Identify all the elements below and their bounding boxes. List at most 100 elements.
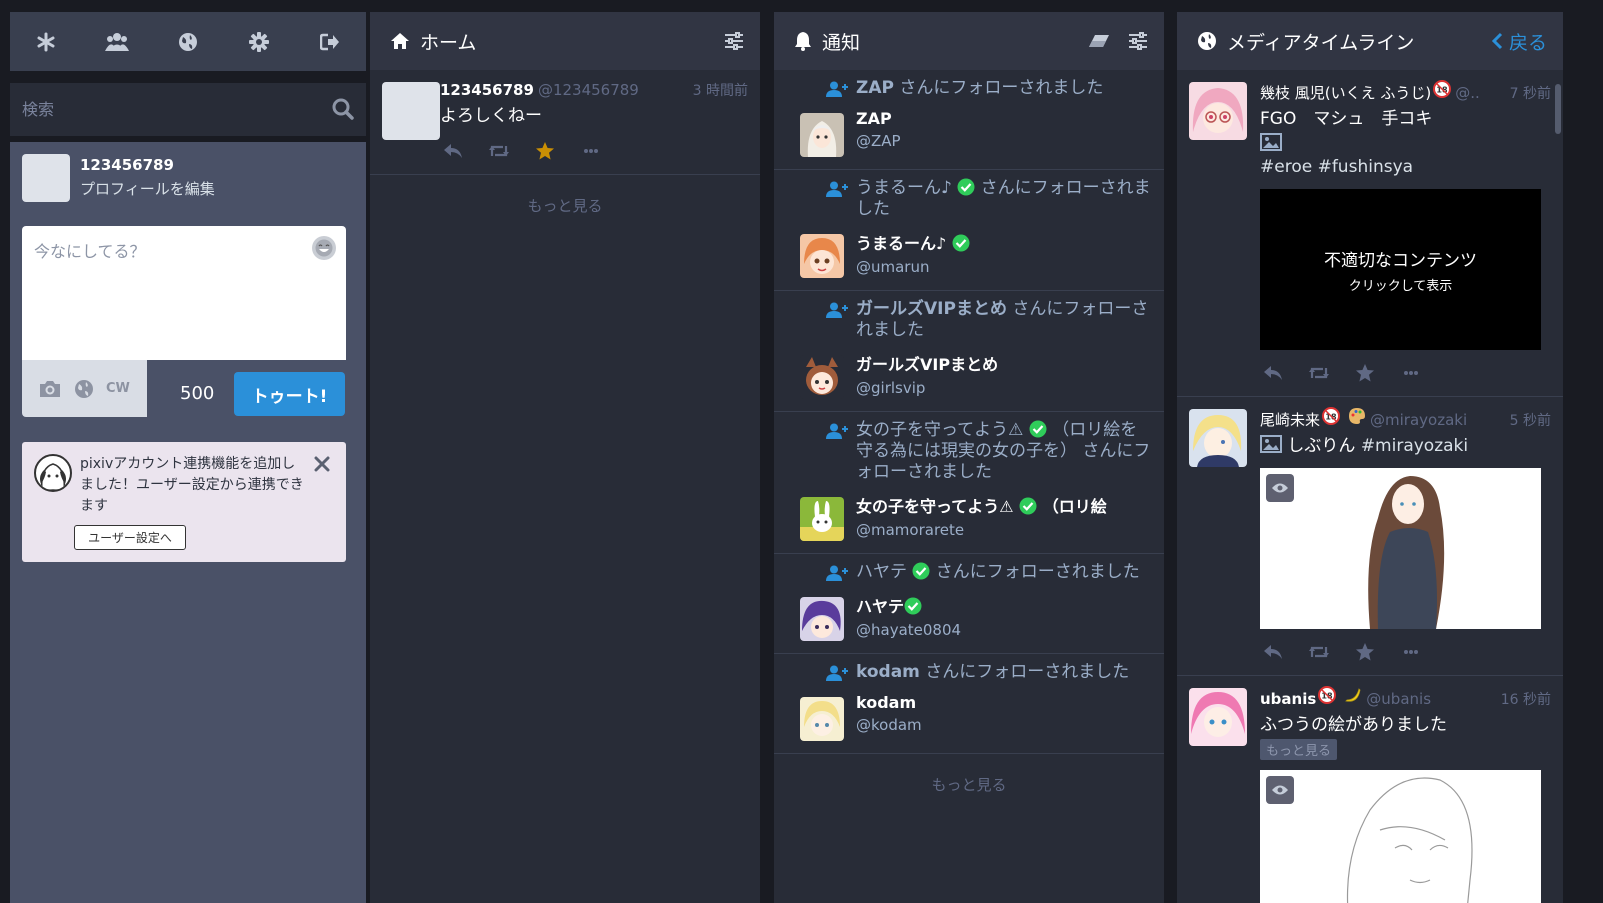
account-handle[interactable]: @123456789	[538, 81, 639, 99]
account-handle[interactable]: @..	[1455, 84, 1480, 102]
account-handle[interactable]: @hayate0804	[856, 621, 1154, 639]
boost-icon[interactable]	[488, 140, 510, 162]
display-name[interactable]: うまるーん♪	[856, 230, 1154, 254]
display-name[interactable]: 123456789	[440, 81, 534, 99]
account-handle[interactable]: @ZAP	[856, 132, 1154, 150]
notification-follow[interactable]: 女の子を守ってよう⚠ （ロリ絵を守る為には現実の女の子を） さんにフォローされま…	[774, 412, 1164, 554]
home-column-header[interactable]: ホーム	[370, 12, 760, 70]
follower-name[interactable]: ハヤテ	[856, 562, 907, 582]
display-name[interactable]: kodam	[856, 693, 1154, 712]
display-name[interactable]: ubanis	[1260, 690, 1316, 708]
follower-account[interactable]: 女の子を守ってよう⚠ （ロリ絵 @mamorarete	[800, 493, 1154, 541]
avatar[interactable]	[1189, 82, 1247, 140]
favourite-star-icon[interactable]	[534, 140, 556, 162]
status[interactable]: 幾枝 風児(いくえ ふうじ) 18 @.. 7 秒前 FGO マシュ 手コキ #…	[1177, 70, 1563, 397]
status[interactable]: 123456789 @123456789 3 時間前 よろしくねー	[370, 70, 760, 175]
show-more-button[interactable]: もっと見る	[1260, 739, 1338, 760]
scrollbar[interactable]	[1555, 84, 1561, 134]
avatar[interactable]	[800, 697, 844, 741]
avatar[interactable]	[800, 597, 844, 641]
display-name[interactable]: 幾枝 風児(いくえ ふうじ)	[1260, 82, 1431, 103]
getting-started-icon[interactable]	[26, 22, 66, 62]
avatar[interactable]	[800, 497, 844, 541]
eraser-icon[interactable]	[1088, 34, 1110, 48]
hashtag-link[interactable]: #mirayozaki	[1361, 436, 1468, 456]
follower-name[interactable]: うまるーん♪	[856, 178, 952, 198]
avatar[interactable]	[1189, 409, 1247, 467]
notification-follow[interactable]: kodam さんにフォローされました kodam @kodam	[774, 654, 1164, 754]
follower-name[interactable]: kodam	[856, 662, 920, 682]
reply-icon[interactable]	[442, 140, 464, 162]
display-name[interactable]: 女の子を守ってよう⚠ （ロリ絵	[856, 493, 1154, 517]
more-options-icon[interactable]	[1400, 362, 1422, 384]
privacy-globe-icon[interactable]	[74, 379, 94, 399]
status[interactable]: 尾崎未来 18 @mirayozaki 5 秒前 しぶりん #mirayozak…	[1177, 397, 1563, 676]
globe-icon[interactable]	[168, 22, 208, 62]
logout-icon[interactable]	[310, 22, 350, 62]
local-timeline-icon[interactable]	[97, 22, 137, 62]
column-settings-icon[interactable]	[724, 32, 744, 50]
back-button[interactable]: 戻る	[1491, 28, 1547, 55]
follower-name[interactable]: 女の子を守ってよう⚠	[856, 420, 1023, 440]
follower-account[interactable]: ZAP @ZAP	[800, 109, 1154, 157]
display-name[interactable]: ガールズVIPまとめ	[856, 351, 1154, 375]
display-name[interactable]: 尾崎未来	[1260, 409, 1320, 430]
reply-icon[interactable]	[1262, 362, 1284, 384]
search-input[interactable]	[22, 92, 312, 126]
notification-follow[interactable]: ハヤテ さんにフォローされました ハヤテ @hayate0804	[774, 554, 1164, 654]
avatar[interactable]	[800, 113, 844, 157]
account-handle[interactable]: @mamorarete	[856, 521, 1154, 539]
camera-icon[interactable]	[38, 379, 62, 399]
column-settings-icon[interactable]	[1128, 32, 1148, 50]
timestamp[interactable]: 5 秒前	[1502, 410, 1551, 430]
account-handle[interactable]: @umarun	[856, 258, 1154, 276]
content-warning-button[interactable]: CW	[106, 381, 130, 396]
follower-name[interactable]: ガールズVIPまとめ	[856, 299, 1007, 319]
timestamp[interactable]: 3 時間前	[685, 80, 748, 100]
avatar[interactable]	[1189, 688, 1247, 746]
avatar[interactable]	[800, 355, 844, 399]
emoji-icon[interactable]	[312, 236, 336, 260]
account-handle[interactable]: @mirayozaki	[1370, 411, 1467, 429]
avatar[interactable]	[22, 154, 70, 202]
eye-icon[interactable]	[1266, 776, 1294, 804]
more-options-icon[interactable]	[580, 140, 602, 162]
search-icon[interactable]	[332, 98, 354, 120]
notifications-column-header[interactable]: 通知	[774, 12, 1164, 70]
follower-account[interactable]: ハヤテ @hayate0804	[800, 593, 1154, 641]
follower-name[interactable]: ZAP	[856, 78, 894, 98]
reply-icon[interactable]	[1262, 641, 1284, 663]
close-icon[interactable]	[314, 456, 330, 472]
load-more-button[interactable]: もっと見る	[774, 754, 1164, 815]
timestamp[interactable]: 7 秒前	[1502, 83, 1551, 103]
avatar[interactable]	[800, 234, 844, 278]
more-options-icon[interactable]	[1400, 641, 1422, 663]
follower-account[interactable]: kodam @kodam	[800, 693, 1154, 741]
notification-follow[interactable]: ガールズVIPまとめ さんにフォローされました ガールズVIPまとめ @girl…	[774, 291, 1164, 412]
load-more-button[interactable]: もっと見る	[370, 175, 760, 236]
toot-button[interactable]: トゥート!	[234, 372, 345, 416]
favourite-star-icon[interactable]	[1354, 641, 1376, 663]
account-handle[interactable]: @girlsvip	[856, 379, 1154, 397]
follower-account[interactable]: ガールズVIPまとめ @girlsvip	[800, 351, 1154, 399]
display-name[interactable]: ハヤテ	[856, 593, 1154, 617]
boost-icon[interactable]	[1308, 641, 1330, 663]
notification-follow[interactable]: うまるーん♪ さんにフォローされました うまるーん♪ @umarun	[774, 170, 1164, 291]
status[interactable]: ubanis 18 @ubanis 16 秒前 ふつうの絵がありました もっと見…	[1177, 676, 1563, 903]
follower-account[interactable]: うまるーん♪ @umarun	[800, 230, 1154, 278]
favourite-star-icon[interactable]	[1354, 362, 1376, 384]
timestamp[interactable]: 16 秒前	[1493, 689, 1551, 709]
display-name[interactable]: ZAP	[856, 109, 1154, 128]
media-image[interactable]	[1260, 770, 1541, 903]
account-handle[interactable]: @kodam	[856, 716, 1154, 734]
user-settings-button[interactable]: ユーザー設定へ	[74, 525, 186, 550]
compose-textarea[interactable]	[22, 226, 346, 360]
edit-profile-link[interactable]: プロフィールを編集	[80, 178, 215, 199]
boost-icon[interactable]	[1308, 362, 1330, 384]
gear-icon[interactable]	[239, 22, 279, 62]
eye-icon[interactable]	[1266, 474, 1294, 502]
notification-follow[interactable]: ZAP さんにフォローされました ZAP @ZAP	[774, 70, 1164, 170]
media-column-header[interactable]: メディアタイムライン 戻る	[1177, 12, 1563, 70]
sensitive-media[interactable]: 不適切なコンテンツ クリックして表示	[1260, 189, 1541, 350]
media-image[interactable]	[1260, 468, 1541, 629]
